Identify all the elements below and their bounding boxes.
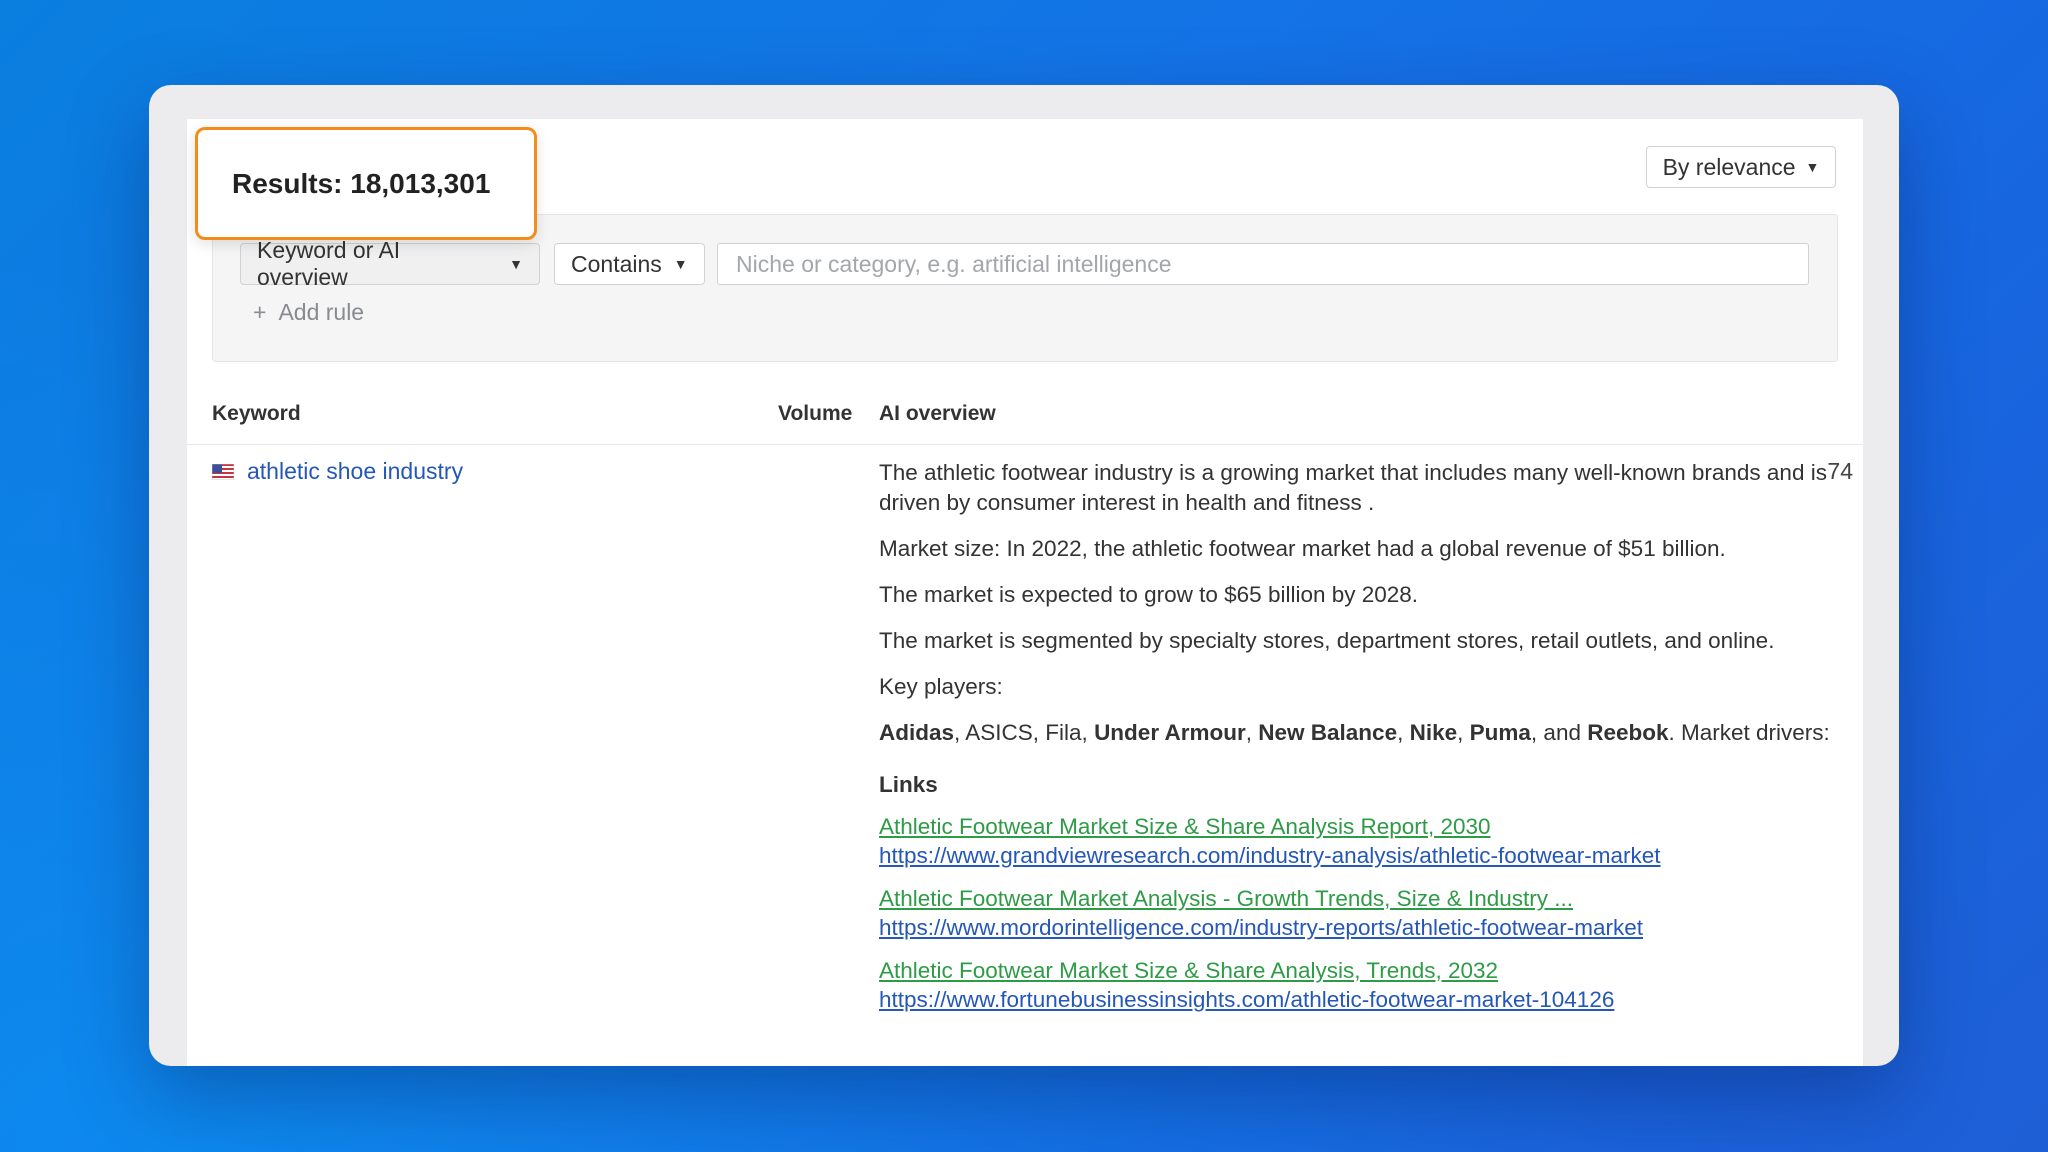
column-header-volume[interactable]: Volume <box>778 402 852 426</box>
caret-down-icon: ▼ <box>1805 159 1820 175</box>
overview-paragraph: Market size: In 2022, the athletic footw… <box>879 536 1726 561</box>
results-count: Results: 18,013,301 <box>195 127 537 240</box>
filter-operator-label: Contains <box>571 250 662 277</box>
link-item: Athletic Footwear Market Analysis - Grow… <box>879 884 1839 942</box>
sort-dropdown[interactable]: By relevance ▼ <box>1646 146 1836 188</box>
niche-input[interactable] <box>717 243 1809 285</box>
player-name: Under Armour <box>1094 720 1246 745</box>
caret-down-icon: ▼ <box>509 256 523 272</box>
link-title[interactable]: Athletic Footwear Market Analysis - Grow… <box>879 884 1839 913</box>
filter-field-dropdown[interactable]: Keyword or AI overview ▼ <box>240 237 540 290</box>
players-separator: , <box>1397 720 1410 745</box>
sort-label: By relevance <box>1662 153 1796 180</box>
overview-paragraph: The market is segmented by specialty sto… <box>879 628 1775 653</box>
link-title[interactable]: Athletic Footwear Market Size & Share An… <box>879 956 1839 985</box>
plus-icon: + <box>253 298 267 325</box>
players-tail: . Market drivers: <box>1668 720 1830 745</box>
column-header-keyword[interactable]: Keyword <box>212 402 301 426</box>
add-rule-button[interactable]: + Add rule <box>253 297 364 327</box>
overview-paragraph: Key players: <box>879 674 1003 699</box>
link-url[interactable]: https://www.mordorintelligence.com/indus… <box>879 913 1839 942</box>
header-divider <box>187 444 1863 445</box>
link-title[interactable]: Athletic Footwear Market Size & Share An… <box>879 812 1839 841</box>
ai-overview-cell: The athletic footwear industry is a grow… <box>879 458 1839 1028</box>
link-item: Athletic Footwear Market Size & Share An… <box>879 812 1839 870</box>
link-url[interactable]: https://www.grandviewresearch.com/indust… <box>879 841 1839 870</box>
key-players: Adidas, ASICS, Fila, Under Armour, New B… <box>879 718 1839 748</box>
filter-field-label: Keyword or AI overview <box>257 237 401 290</box>
link-url[interactable]: https://www.fortunebusinessinsights.com/… <box>879 985 1839 1014</box>
players-separator: , <box>1245 720 1259 745</box>
add-rule-label: Add rule <box>278 298 365 325</box>
keyword-link[interactable]: athletic shoe industry <box>247 458 463 485</box>
filter-operator-dropdown[interactable]: Contains ▼ <box>554 243 705 285</box>
player-name: New Balance <box>1258 720 1398 745</box>
links-heading: Links <box>879 772 938 797</box>
players-separator: , ASICS, Fila, <box>954 720 1095 745</box>
players-separator: , and <box>1530 720 1588 745</box>
player-name: Nike <box>1409 720 1458 745</box>
player-name: Adidas <box>879 720 955 745</box>
column-header-ai-overview: AI overview <box>879 402 996 425</box>
overview-paragraph: The market is expected to grow to $65 bi… <box>879 582 1419 607</box>
player-name: Reebok <box>1587 720 1669 745</box>
us-flag-icon <box>212 464 234 480</box>
players-separator: , <box>1457 720 1470 745</box>
caret-down-icon: ▼ <box>673 256 688 272</box>
player-name: Puma <box>1469 720 1531 745</box>
link-item: Athletic Footwear Market Size & Share An… <box>879 956 1839 1014</box>
overview-paragraph: The athletic footwear industry is a grow… <box>879 460 1827 515</box>
